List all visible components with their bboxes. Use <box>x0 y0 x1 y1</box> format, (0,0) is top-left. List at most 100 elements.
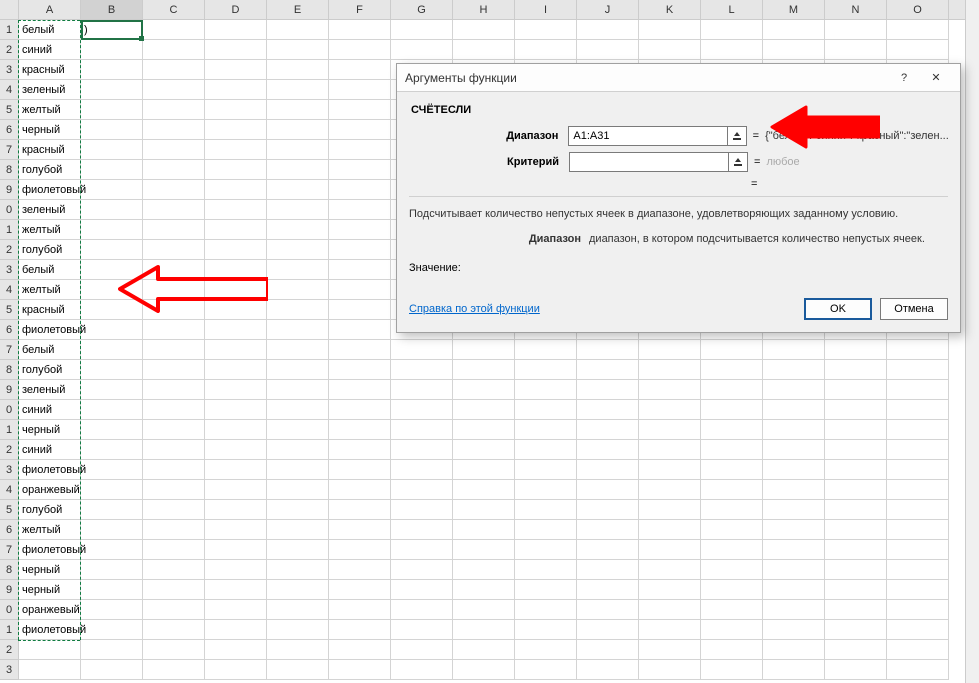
cell-I27[interactable] <box>515 540 577 560</box>
cell-F7[interactable] <box>329 140 391 160</box>
cell-F2[interactable] <box>329 40 391 60</box>
cell-L20[interactable] <box>701 400 763 420</box>
cell-E26[interactable] <box>267 520 329 540</box>
row-header-13[interactable]: 3 <box>0 260 19 280</box>
cell-O24[interactable] <box>887 480 949 500</box>
cell-K31[interactable] <box>639 620 701 640</box>
column-header-A[interactable]: A <box>19 0 81 19</box>
cell-M24[interactable] <box>763 480 825 500</box>
cell-L23[interactable] <box>701 460 763 480</box>
cell-A13[interactable]: белый <box>19 260 81 280</box>
cell-A3[interactable]: красный <box>19 60 81 80</box>
cell-I28[interactable] <box>515 560 577 580</box>
cell-O28[interactable] <box>887 560 949 580</box>
cell-B14[interactable] <box>81 280 143 300</box>
cell-G18[interactable] <box>391 360 453 380</box>
cell-D15[interactable] <box>205 300 267 320</box>
cell-A12[interactable]: голубой <box>19 240 81 260</box>
cell-H27[interactable] <box>453 540 515 560</box>
cell-E13[interactable] <box>267 260 329 280</box>
cell-I20[interactable] <box>515 400 577 420</box>
cell-D22[interactable] <box>205 440 267 460</box>
cell-A11[interactable]: желтый <box>19 220 81 240</box>
cell-D5[interactable] <box>205 100 267 120</box>
cell-D1[interactable] <box>205 20 267 40</box>
cell-F4[interactable] <box>329 80 391 100</box>
cell-K23[interactable] <box>639 460 701 480</box>
column-header-C[interactable]: C <box>143 0 205 19</box>
cell-B2[interactable] <box>81 40 143 60</box>
cell-K20[interactable] <box>639 400 701 420</box>
cell-C30[interactable] <box>143 600 205 620</box>
cell-O32[interactable] <box>887 640 949 660</box>
row-header-9[interactable]: 9 <box>0 180 19 200</box>
cell-C27[interactable] <box>143 540 205 560</box>
cell-B15[interactable] <box>81 300 143 320</box>
cell-M21[interactable] <box>763 420 825 440</box>
cell-J23[interactable] <box>577 460 639 480</box>
cancel-button[interactable]: Отмена <box>880 298 948 320</box>
cell-C26[interactable] <box>143 520 205 540</box>
cell-C12[interactable] <box>143 240 205 260</box>
cell-L17[interactable] <box>701 340 763 360</box>
cell-C13[interactable] <box>143 260 205 280</box>
cell-M32[interactable] <box>763 640 825 660</box>
cell-A22[interactable]: синий <box>19 440 81 460</box>
cell-B1[interactable]: ) <box>81 20 143 40</box>
row-header-11[interactable]: 1 <box>0 220 19 240</box>
cell-L27[interactable] <box>701 540 763 560</box>
cell-H1[interactable] <box>453 20 515 40</box>
cell-H30[interactable] <box>453 600 515 620</box>
cell-D20[interactable] <box>205 400 267 420</box>
cell-E21[interactable] <box>267 420 329 440</box>
cell-D24[interactable] <box>205 480 267 500</box>
cell-M27[interactable] <box>763 540 825 560</box>
cell-I23[interactable] <box>515 460 577 480</box>
cell-C29[interactable] <box>143 580 205 600</box>
cell-G21[interactable] <box>391 420 453 440</box>
cell-F30[interactable] <box>329 600 391 620</box>
cell-C21[interactable] <box>143 420 205 440</box>
cell-M31[interactable] <box>763 620 825 640</box>
cell-F5[interactable] <box>329 100 391 120</box>
cell-F33[interactable] <box>329 660 391 680</box>
cell-J26[interactable] <box>577 520 639 540</box>
cell-D16[interactable] <box>205 320 267 340</box>
row-header-8[interactable]: 8 <box>0 160 19 180</box>
help-button[interactable]: ? <box>888 64 920 92</box>
cell-M23[interactable] <box>763 460 825 480</box>
cell-B21[interactable] <box>81 420 143 440</box>
column-header-O[interactable]: O <box>887 0 949 19</box>
cell-I17[interactable] <box>515 340 577 360</box>
cell-B18[interactable] <box>81 360 143 380</box>
column-header-H[interactable]: H <box>453 0 515 19</box>
cell-A9[interactable]: фиолетовый <box>19 180 81 200</box>
cell-O19[interactable] <box>887 380 949 400</box>
cell-F20[interactable] <box>329 400 391 420</box>
cell-J22[interactable] <box>577 440 639 460</box>
row-header-12[interactable]: 2 <box>0 240 19 260</box>
cell-B4[interactable] <box>81 80 143 100</box>
cell-N24[interactable] <box>825 480 887 500</box>
cell-O29[interactable] <box>887 580 949 600</box>
cell-C14[interactable] <box>143 280 205 300</box>
cell-G24[interactable] <box>391 480 453 500</box>
cell-E15[interactable] <box>267 300 329 320</box>
cell-O23[interactable] <box>887 460 949 480</box>
cell-C22[interactable] <box>143 440 205 460</box>
help-link[interactable]: Справка по этой функции <box>409 303 796 315</box>
cell-M17[interactable] <box>763 340 825 360</box>
cell-F11[interactable] <box>329 220 391 240</box>
cell-G23[interactable] <box>391 460 453 480</box>
cell-C5[interactable] <box>143 100 205 120</box>
column-header-N[interactable]: N <box>825 0 887 19</box>
cell-A24[interactable]: оранжевый <box>19 480 81 500</box>
cell-K29[interactable] <box>639 580 701 600</box>
cell-K22[interactable] <box>639 440 701 460</box>
cell-J28[interactable] <box>577 560 639 580</box>
cell-L24[interactable] <box>701 480 763 500</box>
cell-E7[interactable] <box>267 140 329 160</box>
cell-I33[interactable] <box>515 660 577 680</box>
cell-O20[interactable] <box>887 400 949 420</box>
row-header-18[interactable]: 8 <box>0 360 19 380</box>
